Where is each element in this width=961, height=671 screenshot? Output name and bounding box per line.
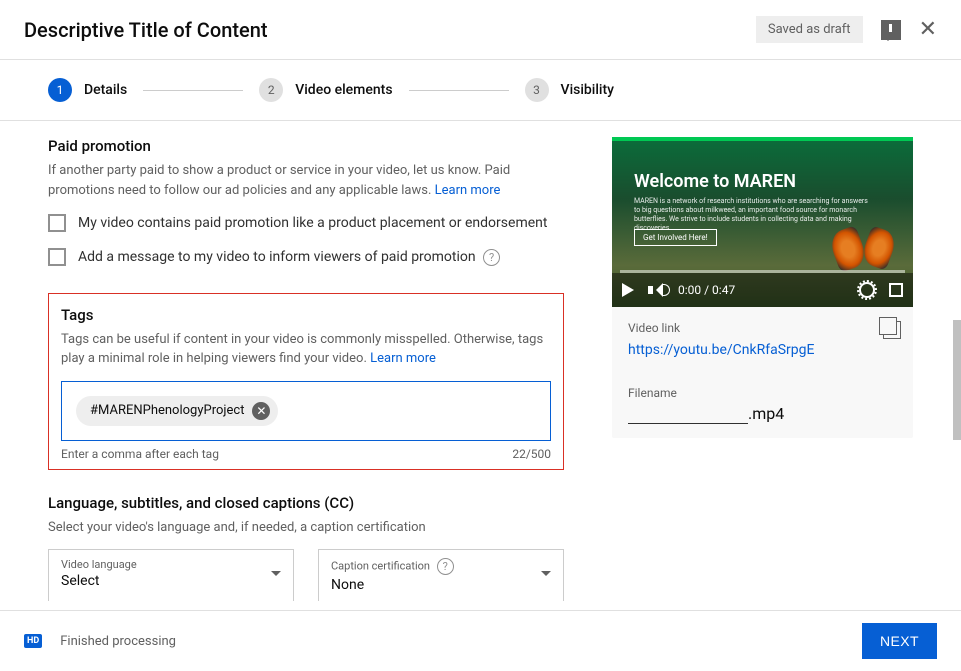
help-icon[interactable]: ? xyxy=(437,558,454,575)
chevron-down-icon xyxy=(271,571,281,581)
content-area: Paid promotion If another party paid to … xyxy=(0,121,961,601)
video-language-select[interactable]: Video language Select xyxy=(48,549,294,601)
scrollbar-thumb[interactable] xyxy=(953,320,961,440)
filename-value: .mp4 xyxy=(628,404,897,424)
progress-bar[interactable] xyxy=(620,270,905,273)
tags-footer: Enter a comma after each tag 22/500 xyxy=(61,447,551,461)
dialog-footer: HD Finished processing NEXT xyxy=(0,610,961,671)
step-connector xyxy=(409,90,509,91)
language-section: Language, subtitles, and closed captions… xyxy=(48,494,564,601)
copy-icon[interactable] xyxy=(883,321,901,339)
step-number: 1 xyxy=(48,78,72,102)
label-text: Caption certification xyxy=(331,560,430,573)
step-label: Visibility xyxy=(561,82,614,98)
stepper: 1 Details 2 Video elements 3 Visibility xyxy=(0,60,961,121)
section-description: Select your video's language and, if nee… xyxy=(48,518,564,538)
meta-label: Filename xyxy=(628,386,897,400)
video-thumbnail[interactable]: Welcome to MAREN MAREN is a network of r… xyxy=(612,137,913,307)
step-visibility[interactable]: 3 Visibility xyxy=(525,78,614,102)
volume-icon[interactable] xyxy=(648,283,664,297)
select-value: None xyxy=(331,577,551,593)
hd-badge: HD xyxy=(24,634,42,648)
filename-ext: .mp4 xyxy=(748,404,784,423)
thumb-title: Welcome to MAREN xyxy=(634,171,796,192)
dialog-header: Descriptive Title of Content Saved as dr… xyxy=(0,0,961,60)
section-title: Paid promotion xyxy=(48,137,564,155)
checkbox-label: Add a message to my video to inform view… xyxy=(78,246,500,268)
gear-icon[interactable] xyxy=(859,282,875,298)
header-actions: Saved as draft ✕ xyxy=(756,16,937,43)
section-description: Tags can be useful if content in your vi… xyxy=(61,330,551,369)
select-value: Select xyxy=(61,573,281,589)
step-label: Details xyxy=(84,82,127,98)
step-number: 3 xyxy=(525,78,549,102)
chevron-down-icon xyxy=(541,571,551,581)
meta-label: Video link xyxy=(628,321,897,335)
section-title: Language, subtitles, and closed captions… xyxy=(48,494,564,512)
help-icon[interactable]: ? xyxy=(483,249,500,266)
filename-block: Filename .mp4 xyxy=(612,372,913,438)
checkbox-row-contains-promotion: My video contains paid promotion like a … xyxy=(48,212,564,234)
step-video-elements[interactable]: 2 Video elements xyxy=(259,78,392,102)
video-link-block: Video link https://youtu.be/CnkRfaSrpgE xyxy=(612,307,913,372)
form-column: Paid promotion If another party paid to … xyxy=(48,137,588,601)
desc-text: Tags can be useful if content in your vi… xyxy=(61,332,543,367)
close-icon[interactable]: ✕ xyxy=(919,17,937,42)
checkbox-contains-promotion[interactable] xyxy=(48,214,66,232)
step-connector xyxy=(143,90,243,91)
processing-status: Finished processing xyxy=(60,634,862,649)
checkbox-label: My video contains paid promotion like a … xyxy=(78,212,547,234)
draft-status-badge: Saved as draft xyxy=(756,16,863,43)
tags-counter: 22/500 xyxy=(512,447,551,461)
checkbox-add-message[interactable] xyxy=(48,248,66,266)
checkbox-row-add-message: Add a message to my video to inform view… xyxy=(48,246,564,268)
feedback-icon[interactable] xyxy=(881,20,901,40)
tags-hint: Enter a comma after each tag xyxy=(61,447,219,461)
step-label: Video elements xyxy=(295,82,392,98)
caption-certification-select[interactable]: Caption certification ? None xyxy=(318,549,564,601)
filename-blank xyxy=(628,407,748,424)
paid-promotion-section: Paid promotion If another party paid to … xyxy=(48,137,564,269)
preview-column: Welcome to MAREN MAREN is a network of r… xyxy=(612,137,913,601)
fullscreen-icon[interactable] xyxy=(889,283,903,297)
next-button[interactable]: NEXT xyxy=(862,623,937,659)
thumb-cta-button: Get Involved Here! xyxy=(634,229,717,246)
learn-more-link[interactable]: Learn more xyxy=(435,183,501,198)
selects-row: Video language Select Caption certificat… xyxy=(48,549,564,601)
page-title: Descriptive Title of Content xyxy=(24,18,268,42)
tags-input[interactable]: #MARENPhenologyProject ✕ xyxy=(61,381,551,441)
video-preview-card: Welcome to MAREN MAREN is a network of r… xyxy=(612,137,913,438)
select-label: Caption certification ? xyxy=(331,558,551,575)
tag-text: #MARENPhenologyProject xyxy=(90,403,244,418)
section-title: Tags xyxy=(61,306,551,324)
time-display: 0:00 / 0:47 xyxy=(678,283,735,297)
select-label: Video language xyxy=(61,558,281,571)
tag-chip: #MARENPhenologyProject ✕ xyxy=(76,396,278,426)
tag-remove-icon[interactable]: ✕ xyxy=(252,402,270,420)
thumb-description: MAREN is a network of research instituti… xyxy=(634,197,874,233)
video-controls: 0:00 / 0:47 xyxy=(612,273,913,307)
step-number: 2 xyxy=(259,78,283,102)
label-text: Add a message to my video to inform view… xyxy=(78,249,476,265)
step-details[interactable]: 1 Details xyxy=(48,78,127,102)
video-link[interactable]: https://youtu.be/CnkRfaSrpgE xyxy=(628,342,814,358)
play-icon[interactable] xyxy=(622,283,634,297)
learn-more-link[interactable]: Learn more xyxy=(370,351,436,366)
section-description: If another party paid to show a product … xyxy=(48,161,564,200)
tags-section: Tags Tags can be useful if content in yo… xyxy=(48,293,564,470)
